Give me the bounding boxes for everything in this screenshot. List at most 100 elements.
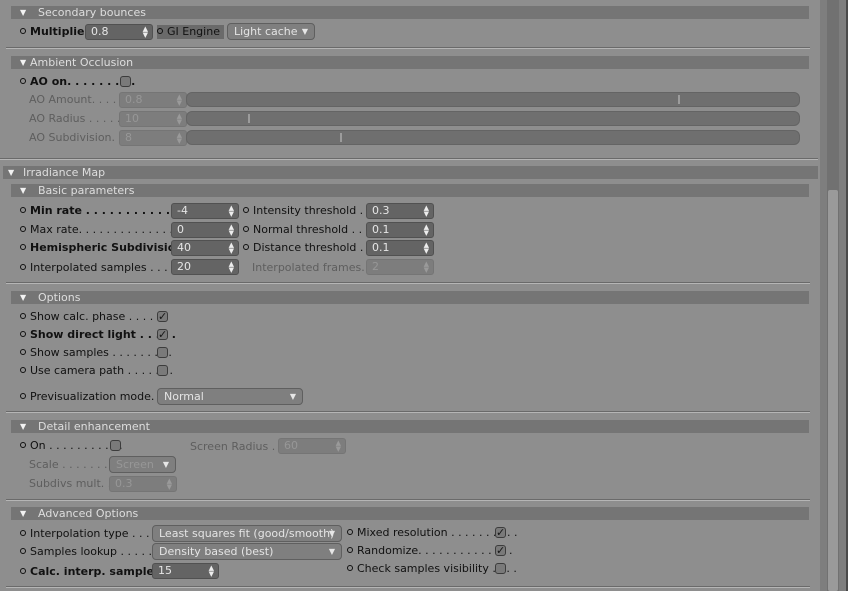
animate-dot-icon[interactable] [20, 393, 26, 399]
spinner-arrows-icon[interactable]: ▲ ▼ [167, 478, 172, 491]
multiplier-input[interactable]: 0.8 ▲ ▼ [85, 24, 153, 40]
show-samples-checkbox[interactable] [157, 347, 168, 358]
ao-on-checkbox[interactable] [120, 76, 131, 87]
show-calc-phase-checkbox[interactable]: ✓ [157, 311, 168, 322]
animate-dot-icon[interactable] [20, 367, 26, 373]
divider [6, 412, 810, 413]
animate-dot-icon[interactable] [20, 207, 26, 213]
spinner-arrows-icon[interactable]: ▲ ▼ [229, 224, 234, 237]
animate-dot-icon[interactable] [20, 568, 26, 574]
section-header-options[interactable]: ▼ Options [11, 291, 809, 304]
section-title: Detail enhancement [38, 420, 150, 433]
ao-on-label: AO on. . . . . . . . . [20, 75, 135, 89]
ao-radius-input[interactable]: 10 ▲ ▼ [119, 111, 187, 127]
animate-dot-icon[interactable] [347, 547, 353, 553]
spinner-arrows-icon[interactable]: ▲ ▼ [229, 242, 234, 255]
checkmark-icon: ✓ [158, 328, 168, 341]
max-rate-input[interactable]: 0 ▲ ▼ [171, 222, 239, 238]
vertical-scrollbar[interactable] [820, 0, 848, 591]
divider [6, 283, 810, 284]
calc-interp-samples-label: Calc. interp. samples [20, 565, 161, 579]
distance-threshold-input[interactable]: 0.1 ▲ ▼ [366, 240, 434, 256]
animate-dot-icon[interactable] [20, 226, 26, 232]
previsualization-mode-label: Previsualization mode. . . . [20, 390, 175, 404]
divider [6, 587, 810, 588]
subdivs-mult-input[interactable]: 0.3 ▲ ▼ [109, 476, 177, 492]
intensity-threshold-input[interactable]: 0.3 ▲ ▼ [366, 203, 434, 219]
section-header-secondary-bounces[interactable]: ▼ Secondary bounces [11, 6, 809, 19]
gi-engine-dropdown[interactable]: Light cache ▼ [227, 23, 315, 40]
spinner-arrows-icon[interactable]: ▲ ▼ [229, 261, 234, 274]
animate-dot-icon[interactable] [243, 207, 249, 213]
check-samples-visibility-checkbox[interactable] [495, 563, 506, 574]
animate-dot-icon[interactable] [20, 313, 26, 319]
section-header-advanced-options[interactable]: ▼ Advanced Options [11, 507, 809, 520]
calc-interp-samples-input[interactable]: 15 ▲ ▼ [152, 563, 219, 579]
slider-handle[interactable] [248, 114, 250, 123]
checkmark-icon: ✓ [158, 310, 168, 323]
spinner-arrows-icon[interactable]: ▲ ▼ [424, 261, 429, 274]
animate-dot-icon[interactable] [20, 548, 26, 554]
screen-radius-label: Screen Radius . . [190, 440, 283, 453]
show-direct-light-checkbox[interactable]: ✓ [157, 329, 168, 340]
scrollbar-thumb[interactable] [828, 190, 838, 591]
slider-handle[interactable] [678, 95, 680, 104]
spinner-arrows-icon[interactable]: ▲ ▼ [177, 132, 182, 145]
randomize-checkbox[interactable]: ✓ [495, 545, 506, 556]
hemispheric-subdivision-input[interactable]: 40 ▲ ▼ [171, 240, 239, 256]
animate-dot-icon[interactable] [20, 442, 26, 448]
mixed-resolution-checkbox[interactable]: ✓ [495, 527, 506, 538]
ao-subdivision-slider[interactable] [186, 130, 800, 145]
slider-handle[interactable] [340, 133, 342, 142]
section-header-irradiance-map[interactable]: ▼ Irradiance Map [3, 166, 818, 179]
triangle-down-icon: ▼ [20, 58, 27, 67]
section-title: Basic parameters [38, 184, 135, 197]
dropdown-arrow-icon: ▼ [289, 392, 296, 401]
interpolation-type-dropdown[interactable]: Least squares fit (good/smooth) ▼ [152, 525, 342, 542]
animate-dot-icon[interactable] [20, 349, 26, 355]
detail-on-label: On . . . . . . . . . . . [20, 439, 123, 453]
spinner-arrows-icon[interactable]: ▲ ▼ [209, 565, 214, 578]
animate-dot-icon[interactable] [243, 226, 249, 232]
animate-dot-icon[interactable] [347, 529, 353, 535]
animate-dot-icon[interactable] [243, 244, 249, 250]
ao-amount-slider[interactable] [186, 92, 800, 107]
spinner-arrows-icon[interactable]: ▲ ▼ [229, 205, 234, 218]
min-rate-input[interactable]: -4 ▲ ▼ [171, 203, 239, 219]
previsualization-mode-dropdown[interactable]: Normal ▼ [157, 388, 303, 405]
spinner-arrows-icon[interactable]: ▲ ▼ [424, 205, 429, 218]
normal-threshold-input[interactable]: 0.1 ▲ ▼ [366, 222, 434, 238]
screen-radius-input[interactable]: 60 ▲ ▼ [278, 438, 346, 454]
section-header-basic-parameters[interactable]: ▼ Basic parameters [11, 184, 809, 197]
section-title: Advanced Options [38, 507, 139, 520]
detail-on-checkbox[interactable] [110, 440, 121, 451]
spinner-arrows-icon[interactable]: ▲ ▼ [424, 242, 429, 255]
divider [0, 159, 818, 160]
interpolated-frames-input[interactable]: 2 ▲ ▼ [366, 259, 434, 275]
animate-dot-icon[interactable] [20, 244, 26, 250]
animate-dot-icon[interactable] [20, 28, 26, 34]
spinner-arrows-icon[interactable]: ▲ ▼ [336, 440, 341, 453]
triangle-down-icon: ▼ [20, 8, 27, 17]
ao-subdivision-input[interactable]: 8 ▲ ▼ [119, 130, 187, 146]
interpolated-samples-input[interactable]: 20 ▲ ▼ [171, 259, 239, 275]
spinner-arrows-icon[interactable]: ▲ ▼ [143, 26, 148, 39]
gi-engine-label: GI Engine [157, 25, 224, 39]
use-camera-path-checkbox[interactable] [157, 365, 168, 376]
ao-amount-input[interactable]: 0.8 ▲ ▼ [119, 92, 187, 108]
animate-dot-icon[interactable] [347, 565, 353, 571]
randomize-label: Randomize. . . . . . . . . . . . . . [347, 544, 513, 558]
samples-lookup-dropdown[interactable]: Density based (best) ▼ [152, 543, 342, 560]
section-header-detail-enhancement[interactable]: ▼ Detail enhancement [11, 420, 809, 433]
spinner-arrows-icon[interactable]: ▲ ▼ [177, 94, 182, 107]
animate-dot-icon[interactable] [157, 28, 163, 34]
animate-dot-icon[interactable] [20, 331, 26, 337]
animate-dot-icon[interactable] [20, 264, 26, 270]
animate-dot-icon[interactable] [20, 530, 26, 536]
ao-radius-slider[interactable] [186, 111, 800, 126]
spinner-arrows-icon[interactable]: ▲ ▼ [177, 113, 182, 126]
animate-dot-icon[interactable] [20, 78, 26, 84]
section-header-ambient-occlusion[interactable]: ▼ Ambient Occlusion [11, 56, 809, 69]
spinner-arrows-icon[interactable]: ▲ ▼ [424, 224, 429, 237]
scale-dropdown[interactable]: Screen ▼ [109, 456, 176, 473]
